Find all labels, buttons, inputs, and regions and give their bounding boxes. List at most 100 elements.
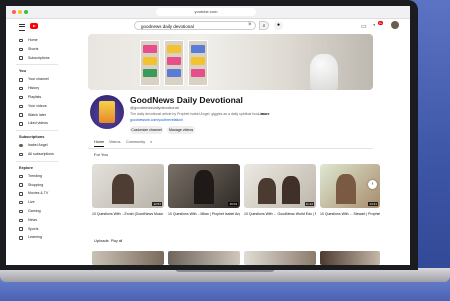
description-more-link[interactable]: ...more xyxy=(258,112,269,116)
live-icon xyxy=(19,200,23,205)
sidebar-item-learning[interactable]: Learning xyxy=(6,233,66,242)
banner-poster xyxy=(164,40,184,86)
laptop-bezel: youtube.com goodnews daily devotional × … xyxy=(0,0,418,270)
sidebar-item-movies[interactable]: Movies & TV xyxy=(6,189,66,198)
film-icon xyxy=(19,192,23,196)
sidebar-item-label: Learning xyxy=(28,235,42,240)
sidebar-item-sports[interactable]: Sports xyxy=(6,225,66,234)
carousel-next-button[interactable]: › xyxy=(368,180,377,189)
channel-icon xyxy=(19,78,23,82)
sidebar-item-gaming[interactable]: Gaming xyxy=(6,207,66,216)
sidebar-section-subscriptions: Subscriptions xyxy=(19,135,45,140)
shorts-icon xyxy=(19,47,23,52)
person-silhouette xyxy=(336,174,356,204)
uploads-section-title: Uploads Play all xyxy=(94,238,122,243)
video-duration: 13:41 xyxy=(368,202,378,206)
video-icon xyxy=(19,104,23,109)
sidebar-item-playlists[interactable]: Playlists xyxy=(6,93,66,102)
sidebar-item-subscribed-channel[interactable]: Isabel Angel xyxy=(6,141,66,150)
sidebar-item-shopping[interactable]: Shopping xyxy=(6,181,66,190)
youtube-logo-icon[interactable] xyxy=(30,23,38,29)
sidebar-item-label: Watch later xyxy=(28,112,47,117)
gamepad-icon xyxy=(19,209,23,214)
video-thumbnail[interactable]: 15:03 xyxy=(168,164,240,208)
create-video-icon[interactable]: ▭ xyxy=(361,23,367,30)
video-duration: 11:22 xyxy=(304,202,314,206)
sidebar-item-subscriptions[interactable]: Subscriptions xyxy=(6,54,66,63)
person-silhouette xyxy=(194,170,214,204)
sidebar-item-your-channel[interactable]: Your channel xyxy=(6,75,66,84)
video-thumbnail[interactable] xyxy=(320,251,380,265)
video-title[interactable]: 10 Questions With ...Ervah (GoodNews Mus… xyxy=(92,212,164,216)
sidebar-item-label: Playlists xyxy=(28,94,42,99)
tab-community[interactable]: Community xyxy=(126,140,145,144)
channel-link[interactable]: goodnewsnb.com/youthrevelationl xyxy=(130,118,183,122)
search-input[interactable]: goodnews daily devotional xyxy=(134,21,256,30)
sidebar-item-news[interactable]: News xyxy=(6,216,66,225)
youtube-header: goodnews daily devotional × ⌕ ● ▭ ◔ 9+ xyxy=(6,19,410,35)
sidebar-item-liked-videos[interactable]: Liked videos xyxy=(6,119,66,128)
video-title[interactable]: 10 Questions With ...Milan | Prophet Isa… xyxy=(168,212,240,216)
channel-avatar[interactable] xyxy=(90,95,124,129)
video-thumbnail[interactable] xyxy=(168,251,240,265)
channel-avatar xyxy=(19,143,23,148)
sidebar-item-label: Sports xyxy=(28,226,39,231)
tab-videos[interactable]: Videos xyxy=(109,140,121,144)
sidebar-item-label: History xyxy=(28,86,40,91)
customize-channel-button[interactable]: Customize channel xyxy=(130,126,163,134)
sidebar-item-label: Isabel Angel xyxy=(28,143,48,148)
close-window-button[interactable] xyxy=(12,10,16,14)
video-thumbnail[interactable] xyxy=(244,251,316,265)
banner-poster xyxy=(140,40,160,86)
channel-handle: @goodnewsdailydevotional xyxy=(130,105,179,110)
sidebar-item-label: Subscriptions xyxy=(28,55,50,60)
clock-icon xyxy=(19,113,23,117)
sidebar-item-label: All subscriptions xyxy=(28,151,54,156)
channel-search-icon[interactable]: ⌕ xyxy=(150,140,152,144)
maximize-window-button[interactable] xyxy=(24,10,28,14)
channel-banner xyxy=(88,34,373,90)
sidebar-item-history[interactable]: History xyxy=(6,84,66,93)
banner-poster xyxy=(188,40,208,86)
video-thumbnail[interactable] xyxy=(92,251,164,265)
sidebar-item-your-videos[interactable]: Your videos xyxy=(6,102,66,111)
video-thumbnail[interactable]: 11:22 xyxy=(244,164,316,208)
sidebar-section-explore: Explore xyxy=(19,165,33,170)
sidebar-item-label: Gaming xyxy=(28,208,41,213)
sidebar-item-watch-later[interactable]: Watch later xyxy=(6,111,66,120)
notifications-bell-icon[interactable]: ◔ xyxy=(372,23,376,29)
channel-name: GoodNews Daily Devotional xyxy=(130,95,243,105)
sidebar-item-home[interactable]: Home xyxy=(6,36,66,45)
section-label: Uploads xyxy=(94,238,109,243)
voice-search-icon[interactable]: ● xyxy=(274,21,283,30)
video-title[interactable]: 10 Questions With ... GoodNews World Edu… xyxy=(244,212,316,216)
sidebar-item-label: Home xyxy=(28,38,38,42)
video-duration: 15:03 xyxy=(228,202,238,206)
trending-icon xyxy=(19,174,23,179)
sidebar-item-live[interactable]: Live xyxy=(6,198,66,207)
video-duration: 12:57 xyxy=(152,202,162,206)
sidebar-item-all-subscriptions[interactable]: All subscriptions xyxy=(6,150,66,159)
sidebar-item-label: Movies & TV xyxy=(28,191,49,196)
sidebar-item-label: Your channel xyxy=(28,77,49,82)
trophy-icon xyxy=(19,227,23,231)
address-bar[interactable]: youtube.com xyxy=(156,8,256,16)
sidebar-section-you[interactable]: You xyxy=(6,65,66,75)
tab-home[interactable]: Home xyxy=(94,140,105,147)
sidebar-item-label: Your videos xyxy=(28,103,47,108)
sidebar-item-label: News xyxy=(28,217,37,222)
video-thumbnail[interactable]: 12:57 xyxy=(92,164,164,208)
sidebar-item-label: Trending xyxy=(28,173,43,178)
manage-videos-button[interactable]: Manage videos xyxy=(167,126,195,134)
search-button[interactable]: ⌕ xyxy=(259,21,269,30)
hamburger-menu-icon[interactable] xyxy=(19,24,25,31)
shopping-bag-icon xyxy=(19,183,23,187)
sidebar-item-shorts[interactable]: Shorts xyxy=(6,45,66,54)
clear-search-icon[interactable]: × xyxy=(248,22,252,28)
minimize-window-button[interactable] xyxy=(18,10,22,14)
play-all-link[interactable]: Play all xyxy=(111,239,122,243)
video-title[interactable]: 10 Questions With ... Stewart | Prophet xyxy=(320,212,380,216)
sidebar-item-trending[interactable]: Trending xyxy=(6,172,66,181)
account-avatar[interactable] xyxy=(391,21,399,29)
channel-tabs: Home Videos Community ⌕ xyxy=(88,139,373,149)
